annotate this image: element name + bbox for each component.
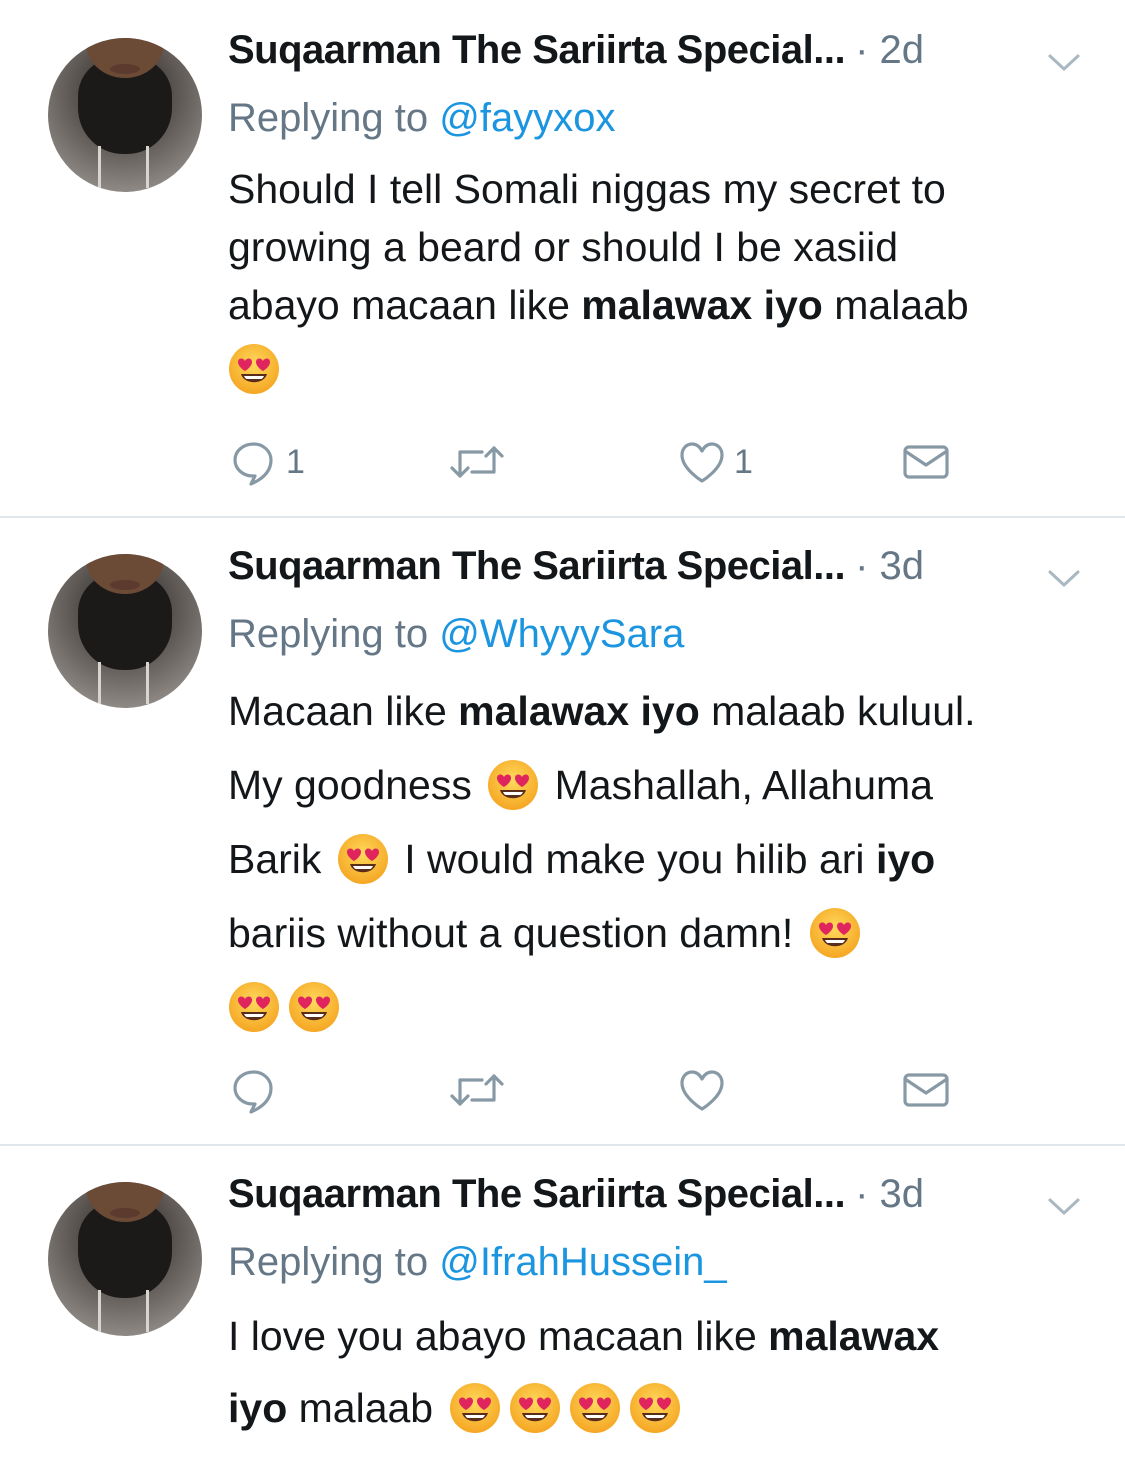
text-line: Barik I would make you hilib ari iyo xyxy=(228,822,976,896)
tweet-actions xyxy=(0,1060,1125,1120)
text-line: abayo macaan like malawax iyo malaab xyxy=(228,282,969,328)
mail-icon xyxy=(903,1073,949,1107)
replying-to: Replying to @WhyyySara xyxy=(228,612,684,657)
heart-eyes-emoji xyxy=(629,1382,681,1434)
like-button[interactable] xyxy=(676,1060,728,1120)
text-line: iyo malaab xyxy=(228,1372,939,1444)
text-line: bariis without a question damn! xyxy=(228,896,976,970)
mail-icon xyxy=(903,445,949,479)
tweet[interactable]: Suqaarman The Sariirta Special... · 2d R… xyxy=(0,0,1125,516)
replying-to-label: Replying to xyxy=(228,96,429,140)
reply-handle-link[interactable]: @fayyxox xyxy=(439,96,615,140)
heart-eyes-emoji xyxy=(228,981,280,1033)
replying-to-label: Replying to xyxy=(228,612,429,656)
retweet-button[interactable] xyxy=(448,1060,506,1120)
tweet-actions: 1 1 xyxy=(0,432,1125,492)
reply-button[interactable] xyxy=(228,1060,280,1120)
author-name[interactable]: Suqaarman The Sariirta Special... xyxy=(228,544,846,589)
tweet-header: Suqaarman The Sariirta Special... · 3d xyxy=(228,544,924,604)
tweet-header: Suqaarman The Sariirta Special... · 3d xyxy=(228,1172,924,1232)
author-name[interactable]: Suqaarman The Sariirta Special... xyxy=(228,1172,846,1217)
like-button[interactable]: 1 xyxy=(676,432,753,492)
timestamp[interactable]: · 2d xyxy=(855,28,924,73)
replying-to: Replying to @IfrahHussein_ xyxy=(228,1240,727,1285)
tweet[interactable]: Suqaarman The Sariirta Special... · 3d R… xyxy=(0,518,1125,1144)
reply-handle-link[interactable]: @IfrahHussein_ xyxy=(439,1240,726,1284)
chevron-down-icon[interactable] xyxy=(1046,50,1082,74)
chevron-down-icon[interactable] xyxy=(1046,1194,1082,1218)
heart-eyes-emoji xyxy=(809,907,861,959)
retweet-icon xyxy=(450,446,504,478)
heart-eyes-emoji xyxy=(487,759,539,811)
reply-icon xyxy=(233,442,273,486)
heart-icon xyxy=(680,442,724,483)
text-line: Should I tell Somali niggas my secret to xyxy=(228,166,946,212)
avatar[interactable] xyxy=(48,38,202,192)
chevron-down-icon[interactable] xyxy=(1046,566,1082,590)
reply-icon xyxy=(233,1070,273,1114)
reply-button[interactable]: 1 xyxy=(228,432,305,492)
replying-to-label: Replying to xyxy=(228,1240,429,1284)
text-line: I love you abayo macaan like malawax xyxy=(228,1313,940,1359)
replying-to: Replying to @fayyxox xyxy=(228,96,615,141)
reply-count: 1 xyxy=(286,442,305,481)
timestamp[interactable]: · 3d xyxy=(855,544,924,589)
heart-eyes-emoji xyxy=(288,981,340,1033)
heart-eyes-emoji xyxy=(337,833,389,885)
avatar[interactable] xyxy=(48,1182,202,1336)
direct-message-button[interactable] xyxy=(900,432,952,492)
tweet-header: Suqaarman The Sariirta Special... · 2d xyxy=(228,28,924,88)
avatar[interactable] xyxy=(48,554,202,708)
retweet-icon xyxy=(450,1074,504,1106)
heart-icon xyxy=(680,1070,724,1111)
heart-eyes-emoji xyxy=(449,1382,501,1434)
text-line: My goodness Mashallah, Allahuma xyxy=(228,748,976,822)
text-line: Macaan like malawax iyo malaab kuluul. xyxy=(228,688,976,734)
direct-message-button[interactable] xyxy=(900,1060,952,1120)
text-line: growing a beard or should I be xasiid xyxy=(228,224,899,270)
reply-handle-link[interactable]: @WhyyySara xyxy=(439,612,684,656)
emoji-line xyxy=(228,970,976,1044)
timestamp[interactable]: · 3d xyxy=(855,1172,924,1217)
emoji-line xyxy=(228,334,969,410)
author-name[interactable]: Suqaarman The Sariirta Special... xyxy=(228,28,846,73)
heart-eyes-emoji xyxy=(569,1382,621,1434)
like-count: 1 xyxy=(734,442,753,481)
heart-eyes-emoji xyxy=(228,343,280,395)
tweet-text: Macaan like malawax iyo malaab kuluul. M… xyxy=(228,674,976,1044)
tweet[interactable]: Suqaarman The Sariirta Special... · 3d R… xyxy=(0,1146,1125,1478)
retweet-button[interactable] xyxy=(448,432,506,492)
tweet-text: I love you abayo macaan like malawax iyo… xyxy=(228,1300,939,1444)
heart-eyes-emoji xyxy=(509,1382,561,1434)
tweet-text: Should I tell Somali niggas my secret to… xyxy=(228,160,969,410)
